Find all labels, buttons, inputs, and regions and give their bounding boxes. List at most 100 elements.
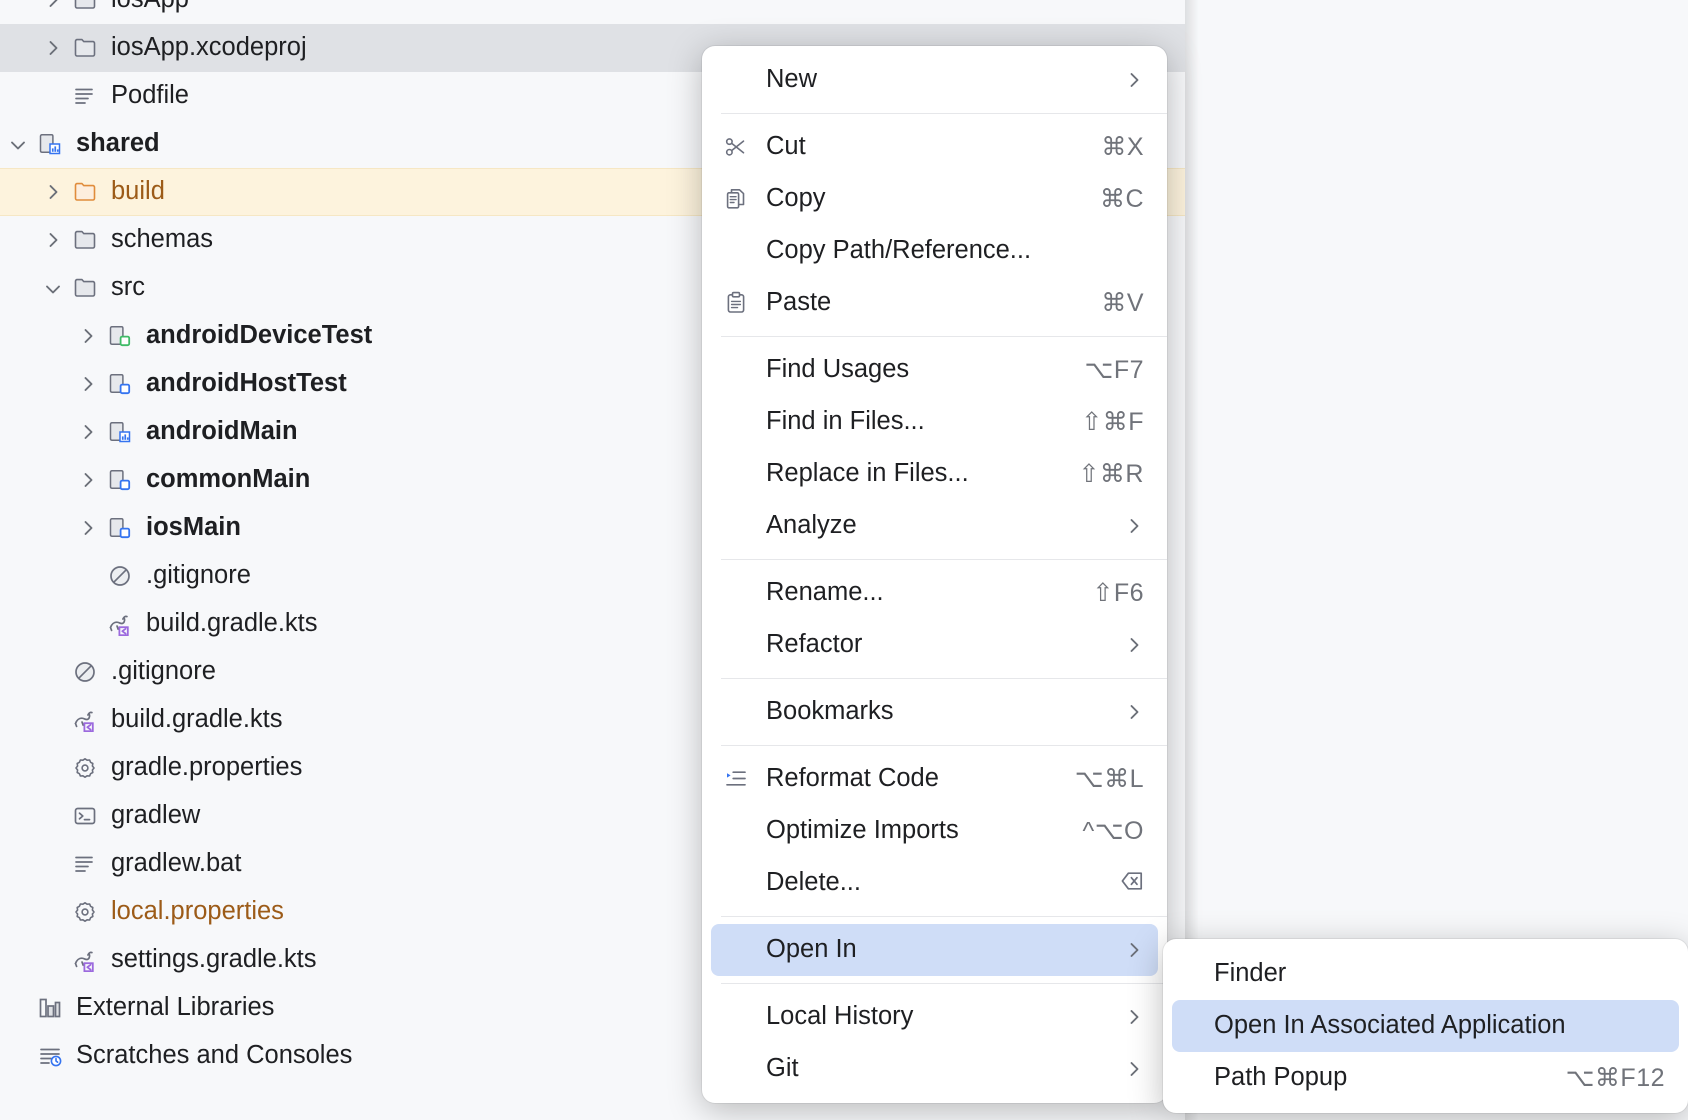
menu-item-delete[interactable]: Delete... <box>711 857 1158 909</box>
tree-row-label: shared <box>76 131 160 157</box>
source-blue-icon <box>103 367 137 401</box>
menu-item-label: Find in Files... <box>766 409 1059 435</box>
tree-row-label: gradlew.bat <box>111 851 241 877</box>
chevron-right-icon[interactable] <box>73 518 103 538</box>
scratches-icon <box>33 1039 67 1073</box>
delete-shortcut-icon <box>1120 869 1144 898</box>
tree-row-label: build <box>111 179 165 205</box>
menu-item-cut[interactable]: Cut⌘X <box>711 121 1158 173</box>
tree-row-label: gradle.properties <box>111 755 302 781</box>
submenu-item-shortcut: ⌥⌘F12 <box>1566 1066 1665 1091</box>
menu-item-label: Copy Path/Reference... <box>766 238 1144 264</box>
chevron-right-icon <box>1124 940 1144 960</box>
tree-row-label: build.gradle.kts <box>146 611 318 637</box>
folder-excluded-icon <box>68 175 102 209</box>
menu-item-copy[interactable]: Copy⌘C <box>711 173 1158 225</box>
menu-icon-placeholder <box>719 459 753 489</box>
menu-item-copy-path-reference[interactable]: Copy Path/Reference... <box>711 225 1158 277</box>
chevron-right-icon[interactable] <box>73 374 103 394</box>
menu-item-label: Optimize Imports <box>766 818 1061 844</box>
menu-icon-placeholder <box>719 816 753 846</box>
menu-item-label: Reformat Code <box>766 766 1053 792</box>
menu-item-label: Find Usages <box>766 357 1063 383</box>
menu-item-local-history[interactable]: Local History <box>711 991 1158 1043</box>
chevron-right-icon[interactable] <box>73 326 103 346</box>
menu-item-find-in-files[interactable]: Find in Files... ⇧⌘F <box>711 396 1158 448</box>
tree-row-label: schemas <box>111 227 213 253</box>
tree-row-label: build.gradle.kts <box>111 707 283 733</box>
chevron-right-icon[interactable] <box>38 182 68 202</box>
menu-item-optimize-imports[interactable]: Optimize Imports^⌥O <box>711 805 1158 857</box>
chevron-right-icon <box>1124 635 1144 655</box>
clipboard-icon <box>719 288 753 318</box>
menu-item-analyze[interactable]: Analyze <box>711 500 1158 552</box>
menu-icon-placeholder <box>719 1002 753 1032</box>
menu-icon-placeholder <box>719 630 753 660</box>
menu-item-open-in[interactable]: Open In <box>711 924 1158 976</box>
tree-row-label: Scratches and Consoles <box>76 1043 352 1069</box>
menu-item-paste[interactable]: Paste ⌘V <box>711 277 1158 329</box>
chevron-right-icon[interactable] <box>38 0 68 10</box>
chevron-right-icon[interactable] <box>38 38 68 58</box>
scissors-icon <box>719 132 753 162</box>
open-in-submenu[interactable]: FinderOpen In Associated ApplicationPath… <box>1163 939 1688 1113</box>
chevron-right-icon <box>1124 70 1144 90</box>
tree-row-label: androidDeviceTest <box>146 323 372 349</box>
menu-item-shortcut: ⌥⌘L <box>1075 767 1144 792</box>
properties-icon <box>68 751 102 785</box>
menu-icon-placeholder <box>719 355 753 385</box>
menu-item-label: Analyze <box>766 513 1102 539</box>
tree-row[interactable]: iosApp <box>0 0 1185 24</box>
tree-row-label: src <box>111 275 145 301</box>
tree-row-label: External Libraries <box>76 995 274 1021</box>
menu-item-replace-in-files[interactable]: Replace in Files...⇧⌘R <box>711 448 1158 500</box>
menu-icon-placeholder <box>719 1054 753 1084</box>
gradle-kts-icon <box>103 607 137 641</box>
menu-item-label: Paste <box>766 290 1079 316</box>
tree-row-label: local.properties <box>111 899 284 925</box>
chevron-right-icon[interactable] <box>73 422 103 442</box>
chevron-right-icon <box>1124 1007 1144 1027</box>
source-blue-icon <box>103 511 137 545</box>
copy-icon <box>719 184 753 214</box>
submenu-item-label: Path Popup <box>1214 1065 1544 1091</box>
menu-item-bookmarks[interactable]: Bookmarks <box>711 686 1158 738</box>
chevron-right-icon <box>1124 702 1144 722</box>
source-test-icon <box>103 319 137 353</box>
source-module-icon <box>103 415 137 449</box>
menu-item-shortcut: ⇧⌘F <box>1081 410 1144 435</box>
tree-row-label: iosApp.xcodeproj <box>111 35 307 61</box>
menu-item-git[interactable]: Git <box>711 1043 1158 1095</box>
menu-item-shortcut: ⌘V <box>1101 291 1144 316</box>
tree-row-label: androidHostTest <box>146 371 347 397</box>
menu-icon-placeholder <box>719 236 753 266</box>
menu-icon-placeholder <box>719 935 753 965</box>
tree-row-label: settings.gradle.kts <box>111 947 317 973</box>
submenu-item-finder[interactable]: Finder <box>1172 948 1679 1000</box>
menu-item-label: New <box>766 67 1102 93</box>
folder-icon <box>68 31 102 65</box>
menu-separator <box>721 336 1167 337</box>
submenu-item-path-popup[interactable]: Path Popup ⌥⌘F12 <box>1172 1052 1679 1104</box>
chevron-right-icon[interactable] <box>73 470 103 490</box>
properties-icon <box>68 895 102 929</box>
menu-item-rename[interactable]: Rename...⇧F6 <box>711 567 1158 619</box>
chevron-down-icon[interactable] <box>3 134 33 154</box>
submenu-item-open-in-associated-application[interactable]: Open In Associated Application <box>1172 1000 1679 1052</box>
menu-item-label: Cut <box>766 134 1079 160</box>
menu-item-label: Open In <box>766 937 1102 963</box>
chevron-down-icon[interactable] <box>38 278 68 298</box>
menu-item-reformat-code[interactable]: Reformat Code ⌥⌘L <box>711 753 1158 805</box>
menu-item-refactor[interactable]: Refactor <box>711 619 1158 671</box>
chevron-right-icon[interactable] <box>38 230 68 250</box>
context-menu[interactable]: New Cut⌘XCopy⌘C Copy Path/Reference... Past… <box>702 46 1167 1103</box>
gitignore-icon <box>103 559 137 593</box>
menu-item-find-usages[interactable]: Find Usages⌥F7 <box>711 344 1158 396</box>
menu-item-new[interactable]: New <box>711 54 1158 106</box>
menu-icon-placeholder <box>719 407 753 437</box>
tree-row-label: androidMain <box>146 419 298 445</box>
menu-item-label: Replace in Files... <box>766 461 1056 487</box>
menu-icon-placeholder <box>719 511 753 541</box>
tree-row-label: Podfile <box>111 83 189 109</box>
module-gradle-icon <box>33 127 67 161</box>
